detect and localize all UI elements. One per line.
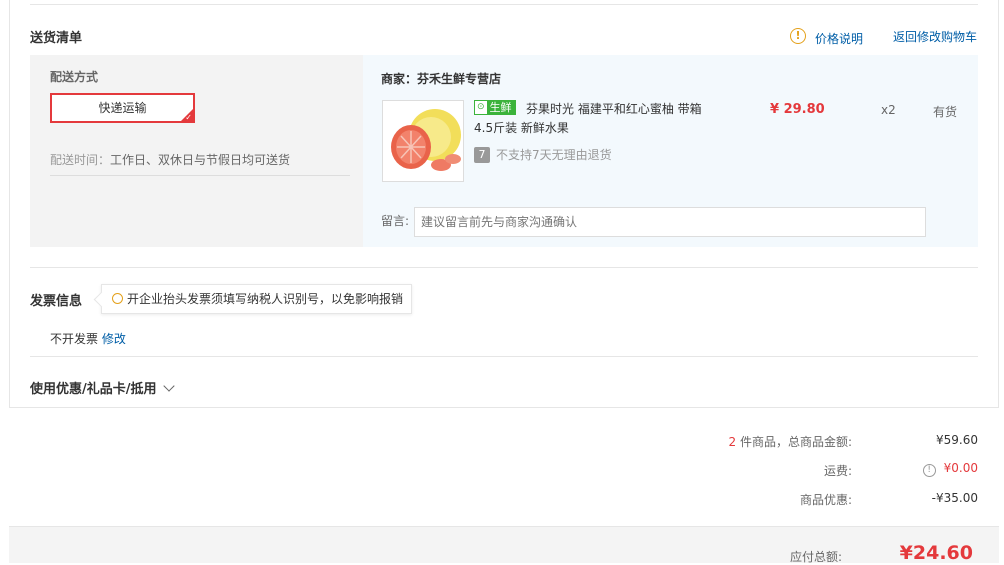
chevron-down-icon bbox=[162, 380, 175, 392]
top-divider bbox=[30, 4, 978, 5]
fresh-tag-icon: ⊙ bbox=[475, 101, 487, 114]
pomelo-image bbox=[391, 109, 461, 171]
goods-amount-label: 2 件商品，总商品金额: bbox=[728, 433, 852, 450]
shipping-fee-label: 运费: bbox=[823, 464, 852, 478]
no-return-text: 不支持7天无理由退货 bbox=[496, 148, 612, 162]
discount-label: 商品优惠: bbox=[799, 493, 852, 507]
message-input[interactable] bbox=[414, 207, 926, 237]
shipping-option-label: 快递运输 bbox=[98, 101, 147, 115]
stock-status: 有货 bbox=[933, 105, 958, 119]
invoice-tip-text: 开企业抬头发票须填写纳税人识别号，以免影响报销 bbox=[127, 292, 404, 306]
delivery-time-label: 配送时间： bbox=[50, 153, 111, 167]
total-label: 应付总额: bbox=[789, 550, 842, 564]
no-return-7-icon: 7 bbox=[474, 146, 490, 163]
message-label: 留言: bbox=[381, 214, 410, 228]
invoice-type: 不开发票 bbox=[50, 332, 99, 346]
item-count-suffix: 件商品，总商品金额: bbox=[739, 435, 852, 449]
invoice-value: 不开发票 修改 bbox=[50, 330, 126, 347]
shipping-option-express[interactable]: 快递运输 ✓ bbox=[50, 93, 195, 123]
product-price: ¥ 29.80 bbox=[770, 102, 825, 117]
section-divider bbox=[30, 356, 978, 357]
info-circle-icon: ! bbox=[790, 28, 806, 44]
merchant-value: 芬禾生鲜专营店 bbox=[417, 72, 502, 86]
product-quantity: x2 bbox=[881, 103, 896, 117]
shipping-fee: ! ¥0.00 bbox=[922, 461, 978, 477]
fresh-tag-label: 生鲜 bbox=[486, 101, 515, 114]
merchant-label: 商家： bbox=[381, 72, 418, 86]
invoice-tip: 开企业抬头发票须填写纳税人识别号，以免影响报销 bbox=[101, 284, 413, 314]
total-bar: 应付总额: ¥24.60 bbox=[9, 526, 999, 564]
shipping-section: 配送方式 快递运输 ✓ 配送时间：工作日、双休日与节假日均可送货 bbox=[30, 55, 363, 247]
delivery-time-value: 工作日、双休日与节假日均可送货 bbox=[110, 153, 291, 167]
coupon-toggle[interactable]: 使用优惠/礼品卡/抵用 bbox=[30, 378, 175, 397]
item-count: 2 bbox=[728, 435, 737, 449]
invoice-title: 发票信息 bbox=[30, 294, 83, 309]
discount-value: -¥35.00 bbox=[931, 491, 978, 505]
order-items-section: 商家：芬禾生鲜专营店 芬果时光 福建平和红心蜜柚 带箱4.5斤装 新鲜水果 ⊙ 生… bbox=[363, 55, 978, 247]
lightbulb-icon bbox=[112, 293, 123, 304]
shipping-fee-value: ¥0.00 bbox=[943, 461, 978, 475]
invoice-edit-link[interactable]: 修改 bbox=[102, 332, 126, 346]
check-corner-icon: ✓ bbox=[185, 113, 192, 122]
total-value: ¥24.60 bbox=[899, 542, 973, 564]
no-return-notice: 7 不支持7天无理由退货 bbox=[474, 146, 612, 163]
delivery-list-title: 送货清单 bbox=[30, 31, 83, 46]
product-image[interactable] bbox=[382, 100, 464, 182]
back-to-cart-link[interactable]: 返回修改购物车 bbox=[893, 28, 977, 45]
coupon-label: 使用优惠/礼品卡/抵用 bbox=[30, 382, 157, 397]
info-circle-icon[interactable]: ! bbox=[922, 464, 936, 477]
fresh-tag: ⊙ 生鲜 bbox=[474, 100, 516, 115]
section-divider bbox=[30, 267, 978, 268]
shipping-method-label: 配送方式 bbox=[50, 70, 99, 84]
goods-amount-value: ¥59.60 bbox=[936, 433, 978, 447]
shipping-divider bbox=[50, 175, 350, 176]
delivery-time: 配送时间：工作日、双休日与节假日均可送货 bbox=[50, 151, 290, 168]
price-info-link[interactable]: 价格说明 bbox=[815, 30, 863, 47]
merchant-name: 商家：芬禾生鲜专营店 bbox=[381, 70, 501, 87]
